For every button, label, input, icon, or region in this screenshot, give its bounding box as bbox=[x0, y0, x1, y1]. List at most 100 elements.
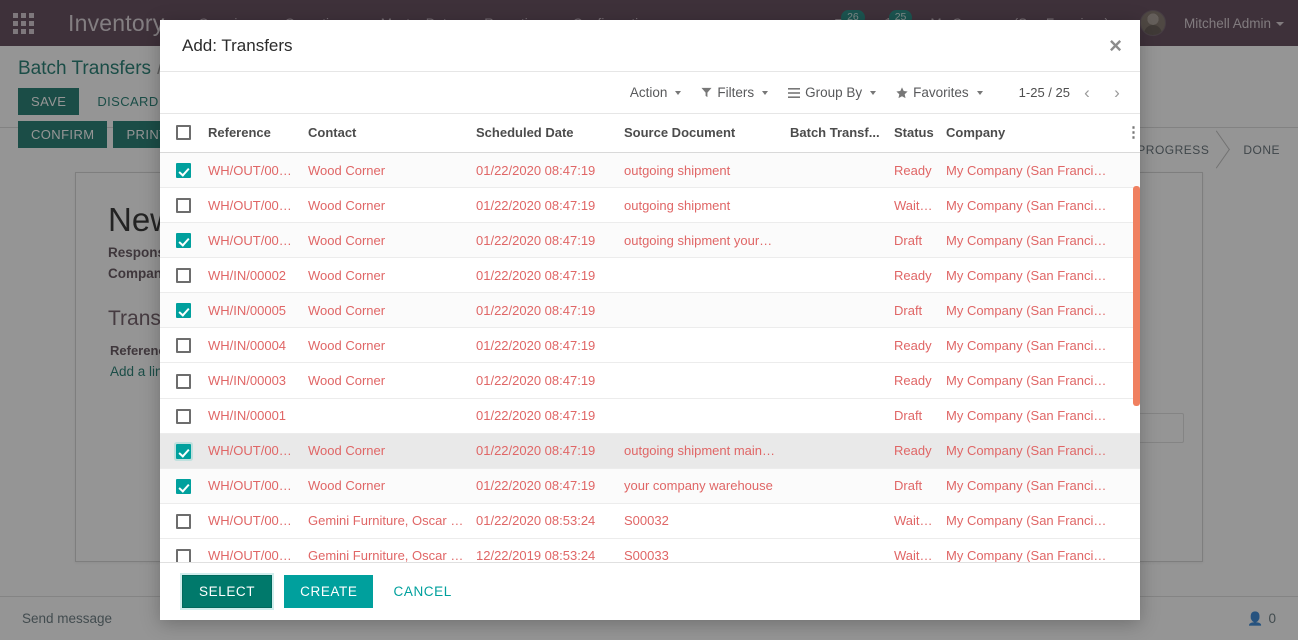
cell-batch-transfer bbox=[784, 433, 888, 469]
row-select-cell[interactable] bbox=[160, 538, 202, 562]
table-row[interactable]: WH/OUT/00001 Wood Corner 01/22/2020 08:47:… bbox=[160, 433, 1140, 469]
cell-source-document: S00032 bbox=[618, 503, 784, 539]
cell-company: My Company (San Franci… bbox=[940, 327, 1120, 364]
cell-status: Draft bbox=[888, 222, 940, 259]
row-checkbox[interactable] bbox=[176, 198, 191, 214]
select-button[interactable]: SELECT bbox=[182, 575, 273, 608]
cell-company: My Company (San Franci… bbox=[940, 222, 1120, 259]
favorites-dropdown[interactable]: Favorites bbox=[886, 81, 993, 104]
column-header-status[interactable]: Status bbox=[888, 114, 940, 154]
cell-source-document bbox=[618, 362, 784, 399]
table-row[interactable]: WH/OUT/00003 Wood Corner 01/22/2020 08:47:… bbox=[160, 222, 1140, 259]
cell-company: My Company (San Franci… bbox=[940, 468, 1120, 504]
row-select-cell[interactable] bbox=[160, 187, 202, 224]
create-button[interactable]: CREATE bbox=[284, 575, 374, 608]
row-select-cell[interactable] bbox=[160, 398, 202, 434]
cell-reference: WH/OUT/00019 bbox=[202, 503, 302, 539]
transfers-list-container: Reference Contact Scheduled Date Source … bbox=[160, 114, 1140, 562]
table-row[interactable]: WH/OUT/00008 Wood Corner 01/22/2020 08:47:… bbox=[160, 152, 1140, 189]
table-row[interactable]: WH/OUT/00018 Gemini Furniture, Oscar … 12/… bbox=[160, 538, 1140, 562]
cell-status: Ready bbox=[888, 257, 940, 294]
list-scrollbar-thumb[interactable] bbox=[1133, 186, 1140, 406]
row-checkbox[interactable] bbox=[176, 408, 191, 424]
cell-reference: WH/IN/00002 bbox=[202, 257, 302, 294]
column-header-contact[interactable]: Contact bbox=[302, 114, 470, 154]
cell-scheduled-date: 01/22/2020 08:47:19 bbox=[470, 187, 618, 224]
cell-contact: Wood Corner bbox=[302, 433, 470, 469]
cell-status: Waiting bbox=[888, 538, 940, 562]
cell-reference: WH/IN/00001 bbox=[202, 398, 302, 434]
filters-dropdown[interactable]: Filters bbox=[691, 81, 778, 104]
column-header-company[interactable]: Company bbox=[940, 114, 1120, 154]
column-header-batch-transfer[interactable]: Batch Transf... bbox=[784, 114, 888, 154]
row-checkbox[interactable] bbox=[176, 443, 191, 459]
row-checkbox[interactable] bbox=[176, 373, 191, 389]
row-checkbox[interactable] bbox=[176, 338, 191, 354]
chevron-right-icon[interactable]: › bbox=[1104, 80, 1130, 106]
cell-company: My Company (San Franci… bbox=[940, 152, 1120, 189]
pager: 1-25 / 25 ‹ › bbox=[1019, 80, 1130, 106]
action-dropdown[interactable]: Action bbox=[620, 81, 692, 104]
list-scrollbar[interactable] bbox=[1133, 114, 1140, 562]
cell-batch-transfer bbox=[784, 503, 888, 539]
cell-contact: Wood Corner bbox=[302, 362, 470, 399]
row-checkbox[interactable] bbox=[176, 548, 191, 562]
cell-source-document bbox=[618, 292, 784, 329]
row-select-cell[interactable] bbox=[160, 292, 202, 329]
cell-reference: WH/OUT/00004 bbox=[202, 468, 302, 504]
table-row[interactable]: WH/IN/00005 Wood Corner 01/22/2020 08:47:1… bbox=[160, 292, 1140, 329]
row-select-cell[interactable] bbox=[160, 257, 202, 294]
cell-source-document: outgoing shipment main_… bbox=[618, 433, 784, 469]
close-icon[interactable]: × bbox=[1109, 34, 1122, 57]
chevron-left-icon[interactable]: ‹ bbox=[1074, 80, 1100, 106]
row-select-cell[interactable] bbox=[160, 503, 202, 539]
row-select-cell[interactable] bbox=[160, 362, 202, 399]
column-header-reference[interactable]: Reference bbox=[202, 114, 302, 154]
cell-status: Waiting bbox=[888, 503, 940, 539]
cell-scheduled-date: 01/22/2020 08:47:19 bbox=[470, 433, 618, 469]
row-checkbox[interactable] bbox=[176, 303, 191, 319]
pager-text[interactable]: 1-25 / 25 bbox=[1019, 85, 1070, 100]
group-by-dropdown[interactable]: Group By bbox=[778, 81, 886, 104]
star-icon bbox=[896, 86, 908, 99]
cell-contact: Wood Corner bbox=[302, 187, 470, 224]
cell-status: Draft bbox=[888, 292, 940, 329]
column-header-scheduled-date[interactable]: Scheduled Date bbox=[470, 114, 618, 154]
table-row[interactable]: WH/IN/00002 Wood Corner 01/22/2020 08:47:1… bbox=[160, 257, 1140, 294]
table-row[interactable]: WH/OUT/00004 Wood Corner 01/22/2020 08:47:… bbox=[160, 468, 1140, 504]
table-row[interactable]: WH/IN/00001 01/22/2020 08:47:19 Draft My Co… bbox=[160, 398, 1140, 434]
row-checkbox[interactable] bbox=[176, 233, 191, 249]
row-select-cell[interactable] bbox=[160, 433, 202, 469]
header-row: Reference Contact Scheduled Date Source … bbox=[160, 114, 1140, 154]
cell-company: My Company (San Franci… bbox=[940, 292, 1120, 329]
favorites-label: Favorites bbox=[913, 85, 969, 100]
table-row[interactable]: WH/OUT/00009 Wood Corner 01/22/2020 08:47:… bbox=[160, 187, 1140, 224]
row-checkbox[interactable] bbox=[176, 268, 191, 284]
row-checkbox[interactable] bbox=[176, 478, 191, 494]
select-all-checkbox[interactable] bbox=[176, 125, 191, 141]
row-checkbox[interactable] bbox=[176, 513, 191, 529]
cancel-button[interactable]: CANCEL bbox=[385, 575, 459, 608]
cell-batch-transfer bbox=[784, 152, 888, 189]
row-select-cell[interactable] bbox=[160, 468, 202, 504]
column-header-source-document[interactable]: Source Document bbox=[618, 114, 784, 154]
cell-scheduled-date: 01/22/2020 08:47:19 bbox=[470, 362, 618, 399]
cell-company: My Company (San Franci… bbox=[940, 398, 1120, 434]
cell-company: My Company (San Franci… bbox=[940, 538, 1120, 562]
cell-source-document bbox=[618, 327, 784, 364]
chevron-down-icon bbox=[870, 90, 877, 95]
row-checkbox[interactable] bbox=[176, 163, 191, 179]
table-row[interactable]: WH/OUT/00019 Gemini Furniture, Oscar … 01/… bbox=[160, 503, 1140, 539]
cell-batch-transfer bbox=[784, 187, 888, 224]
funnel-icon bbox=[701, 87, 712, 98]
table-row[interactable]: WH/IN/00004 Wood Corner 01/22/2020 08:47:1… bbox=[160, 327, 1140, 364]
cell-source-document: your company warehouse bbox=[618, 468, 784, 504]
row-select-cell[interactable] bbox=[160, 222, 202, 259]
cell-scheduled-date: 01/22/2020 08:47:19 bbox=[470, 257, 618, 294]
table-row[interactable]: WH/IN/00003 Wood Corner 01/22/2020 08:47:1… bbox=[160, 362, 1140, 399]
cell-source-document bbox=[618, 257, 784, 294]
row-select-cell[interactable] bbox=[160, 327, 202, 364]
row-select-cell[interactable] bbox=[160, 152, 202, 189]
transfers-list: Reference Contact Scheduled Date Source … bbox=[160, 114, 1140, 562]
cell-contact: Wood Corner bbox=[302, 327, 470, 364]
